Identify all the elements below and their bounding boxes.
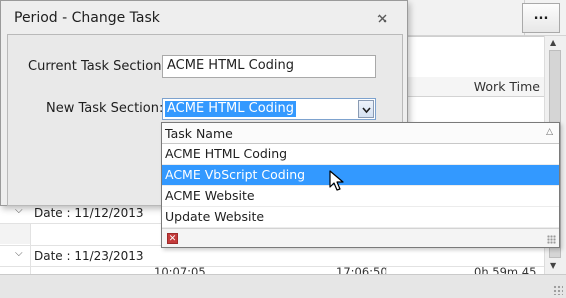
new-task-section-value[interactable]: ACME HTML Coding [165, 101, 296, 117]
mouse-pointer-icon [329, 170, 344, 191]
more-options-button[interactable]: ... [522, 3, 560, 33]
chevron-down-icon[interactable] [358, 100, 374, 118]
grid-line [30, 223, 31, 275]
dropdown-item[interactable]: ACME HTML Coding [162, 144, 559, 165]
group-label: Date : 11/23/2013 [34, 249, 144, 263]
new-task-section-label: New Task Section: [46, 101, 164, 116]
scroll-up-icon[interactable]: ▲ [550, 38, 556, 47]
task-dropdown-list: Task Name △ ACME HTML Coding ACME VbScri… [161, 122, 560, 248]
dropdown-footer: ✕ [162, 228, 559, 247]
group-label: Date : 11/12/2013 [34, 206, 144, 220]
row-indent [0, 224, 30, 244]
close-icon[interactable] [377, 13, 388, 27]
resize-grip-icon[interactable] [553, 285, 563, 295]
scroll-down-icon[interactable]: ▼ [550, 261, 556, 270]
work-time-column-header[interactable]: Work Time [474, 79, 540, 94]
chevron-down-glyph [361, 107, 371, 114]
clear-icon[interactable]: ✕ [167, 233, 178, 244]
close-icon-glyph [377, 14, 387, 23]
group-row[interactable]: ⌵ Date : 11/23/2013 [0, 245, 544, 267]
dropdown-column-header[interactable]: Task Name △ [162, 123, 559, 144]
dropdown-item[interactable]: Update Website [162, 207, 559, 228]
collapse-icon[interactable]: ⌵ [15, 248, 23, 259]
sort-ascending-icon[interactable]: △ [546, 127, 553, 137]
current-task-section-field[interactable]: ACME HTML Coding [162, 55, 376, 78]
status-bar [0, 274, 566, 298]
dropdown-item[interactable]: ACME Website [162, 186, 559, 207]
new-task-section-combobox[interactable]: ACME HTML Coding [162, 98, 376, 120]
resize-grip-icon[interactable] [547, 235, 556, 244]
task-name-header[interactable]: Task Name [165, 126, 233, 141]
dropdown-item-selected[interactable]: ACME VbScript Coding [162, 165, 559, 186]
dialog-title: Period - Change Task [14, 10, 160, 26]
current-task-section-label: Current Task Section: [28, 59, 166, 74]
collapse-icon[interactable]: ⌵ [15, 205, 23, 216]
